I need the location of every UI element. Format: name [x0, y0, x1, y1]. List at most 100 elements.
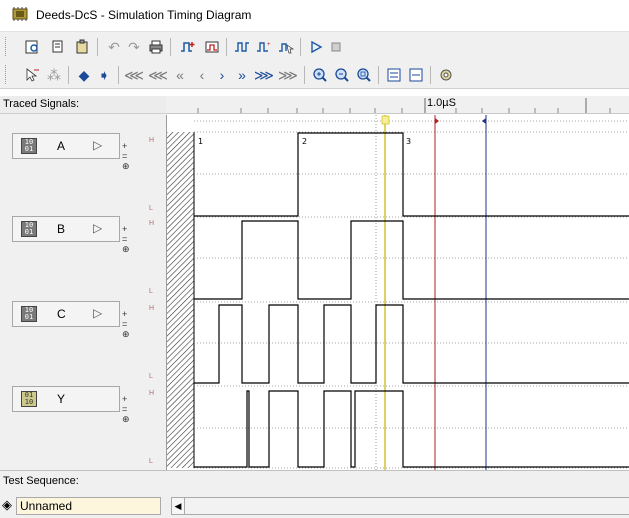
waveform-canvas: 1 2 3 — [167, 115, 629, 470]
scroll-left-button[interactable]: ◀ — [171, 497, 185, 515]
horizontal-scrollbar[interactable] — [185, 497, 629, 515]
settings-icon[interactable] — [436, 65, 456, 85]
cursor-red-marker — [435, 118, 439, 124]
signal-name: C — [57, 307, 66, 321]
test-sequence-label: Test Sequence: — [3, 475, 79, 487]
collapse-icon[interactable] — [406, 65, 426, 85]
test-sequence-field[interactable]: Unnamed — [16, 497, 161, 515]
toolbar-separator — [300, 38, 301, 56]
signal-entry-b[interactable]: 10 01 B ▷ — [12, 216, 120, 242]
input-switch-icon: 10 01 — [21, 306, 37, 322]
signal-b-trace — [194, 220, 629, 300]
window-title: Deeds-DcS - Simulation Timing Diagram — [36, 8, 252, 22]
toolbar-navigation: ⁂ ◆ ➧ ⋘ ⋘ « ‹ › » ⋙ ⋙ — [0, 60, 629, 89]
forward-icon[interactable]: » — [232, 65, 252, 85]
signal-entry-y[interactable]: 01 10 Y — [12, 386, 120, 412]
toolbar-separator — [226, 38, 227, 56]
play-icon[interactable] — [306, 37, 326, 57]
step-right-icon[interactable]: › — [212, 65, 232, 85]
input-arrow-icon[interactable]: ▷ — [93, 221, 102, 235]
zoom-fit-icon[interactable] — [354, 65, 374, 85]
toolbar-separator — [170, 38, 171, 56]
remove-signal-icon[interactable] — [202, 37, 222, 57]
undo-icon[interactable]: ↶ — [104, 37, 124, 57]
high-level-label: H — [149, 220, 155, 227]
toolbar-separator — [118, 66, 119, 84]
signal-name: Y — [57, 392, 66, 406]
toolbar-separator — [430, 66, 431, 84]
stop-icon[interactable] — [326, 37, 346, 57]
high-level-label: H — [149, 390, 155, 397]
low-level-label: L — [149, 458, 153, 465]
signal-select-icon[interactable] — [276, 37, 296, 57]
bottom-panel: Test Sequence: ◈ Unnamed ◀ — [0, 470, 629, 518]
input-switch-icon: 10 01 — [21, 138, 37, 154]
signal-entry-a[interactable]: 10 01 A ▷ — [12, 133, 120, 159]
print-preview-icon[interactable] — [22, 37, 42, 57]
row-grid — [194, 115, 629, 470]
signal-b-level-controls[interactable]: + = ⊕ — [122, 224, 130, 254]
step-left-icon[interactable]: ‹ — [192, 65, 212, 85]
traced-signals-header: Traced Signals: — [0, 96, 166, 114]
low-level-label: L — [149, 205, 153, 212]
toolbar-separator — [68, 66, 69, 84]
high-level-label: H — [149, 305, 155, 312]
title-bar: Deeds-DcS - Simulation Timing Diagram — [0, 0, 629, 30]
signal-y-trace — [194, 390, 629, 468]
zoom-out-icon[interactable] — [332, 65, 352, 85]
toolbar-separator — [97, 38, 98, 56]
home-icon[interactable]: ⋘ — [124, 65, 144, 85]
test-sequence-icon: ◈ — [2, 497, 12, 512]
signal-y-level-controls[interactable]: + = ⊕ — [122, 394, 130, 424]
toolbar-main: ↶ ↷ + — [0, 31, 629, 60]
zoom-window-icon[interactable] — [232, 37, 252, 57]
cursor-label-1: 1 — [198, 137, 203, 146]
cursor-blue-marker — [482, 118, 486, 124]
toolbar-separator — [304, 66, 305, 84]
print-icon[interactable] — [146, 37, 166, 57]
clipboard-icon[interactable] — [72, 37, 92, 57]
rewind-fast-icon[interactable]: ⋘ — [148, 65, 168, 85]
expand-icon[interactable] — [384, 65, 404, 85]
high-level-label: H — [149, 137, 155, 144]
toolbar-grip[interactable] — [5, 37, 8, 56]
timeline-ruler[interactable]: 1.0µS — [166, 96, 629, 114]
toolbar-grip[interactable] — [5, 65, 8, 84]
timeline-tick-label: 1.0µS — [427, 97, 456, 109]
low-level-label: L — [149, 373, 153, 380]
traced-signals-label: Traced Signals: — [3, 98, 80, 110]
input-arrow-icon[interactable]: ▷ — [93, 306, 102, 320]
end-icon[interactable]: ⋙ — [278, 65, 298, 85]
add-signal-icon[interactable] — [178, 37, 198, 57]
signal-name: A — [57, 139, 66, 153]
input-arrow-icon[interactable]: ▷ — [93, 138, 102, 152]
signal-c-trace — [194, 304, 629, 384]
signal-entry-c[interactable]: 10 01 C ▷ — [12, 301, 120, 327]
pointer-icon[interactable] — [22, 65, 42, 85]
signal-a-level-controls[interactable]: + = ⊕ — [122, 141, 130, 171]
svg-text:+: + — [267, 42, 271, 48]
signal-c-level-controls[interactable]: + = ⊕ — [122, 309, 130, 339]
ruler-ticks — [197, 98, 611, 113]
grid-icon[interactable]: ⁂ — [44, 65, 64, 85]
rewind-icon[interactable]: « — [170, 65, 190, 85]
circuit-board-icon — [12, 7, 28, 21]
cursor-yellow-handle[interactable] — [381, 115, 390, 125]
waveform-area[interactable]: 1 2 3 — [166, 115, 629, 470]
zoom-in-icon[interactable] — [310, 65, 330, 85]
step-forward-icon[interactable]: ➧ — [94, 65, 114, 85]
low-level-label: L — [149, 288, 153, 295]
forward-fast-icon[interactable]: ⋙ — [254, 65, 274, 85]
signal-a-trace — [194, 132, 629, 217]
toolbar-separator — [378, 66, 379, 84]
hatched-start-region — [167, 132, 194, 468]
input-switch-icon: 10 01 — [21, 221, 37, 237]
step-back-icon[interactable]: ◆ — [74, 65, 94, 85]
output-probe-icon: 01 10 — [21, 391, 37, 407]
redo-icon[interactable]: ↷ — [124, 37, 144, 57]
signal-name: B — [57, 222, 66, 236]
cursor-label-3: 3 — [406, 137, 411, 146]
zoom-fit-icon[interactable]: + — [254, 37, 274, 57]
copy-icon[interactable] — [48, 37, 68, 57]
cursor-label-2: 2 — [302, 137, 307, 146]
